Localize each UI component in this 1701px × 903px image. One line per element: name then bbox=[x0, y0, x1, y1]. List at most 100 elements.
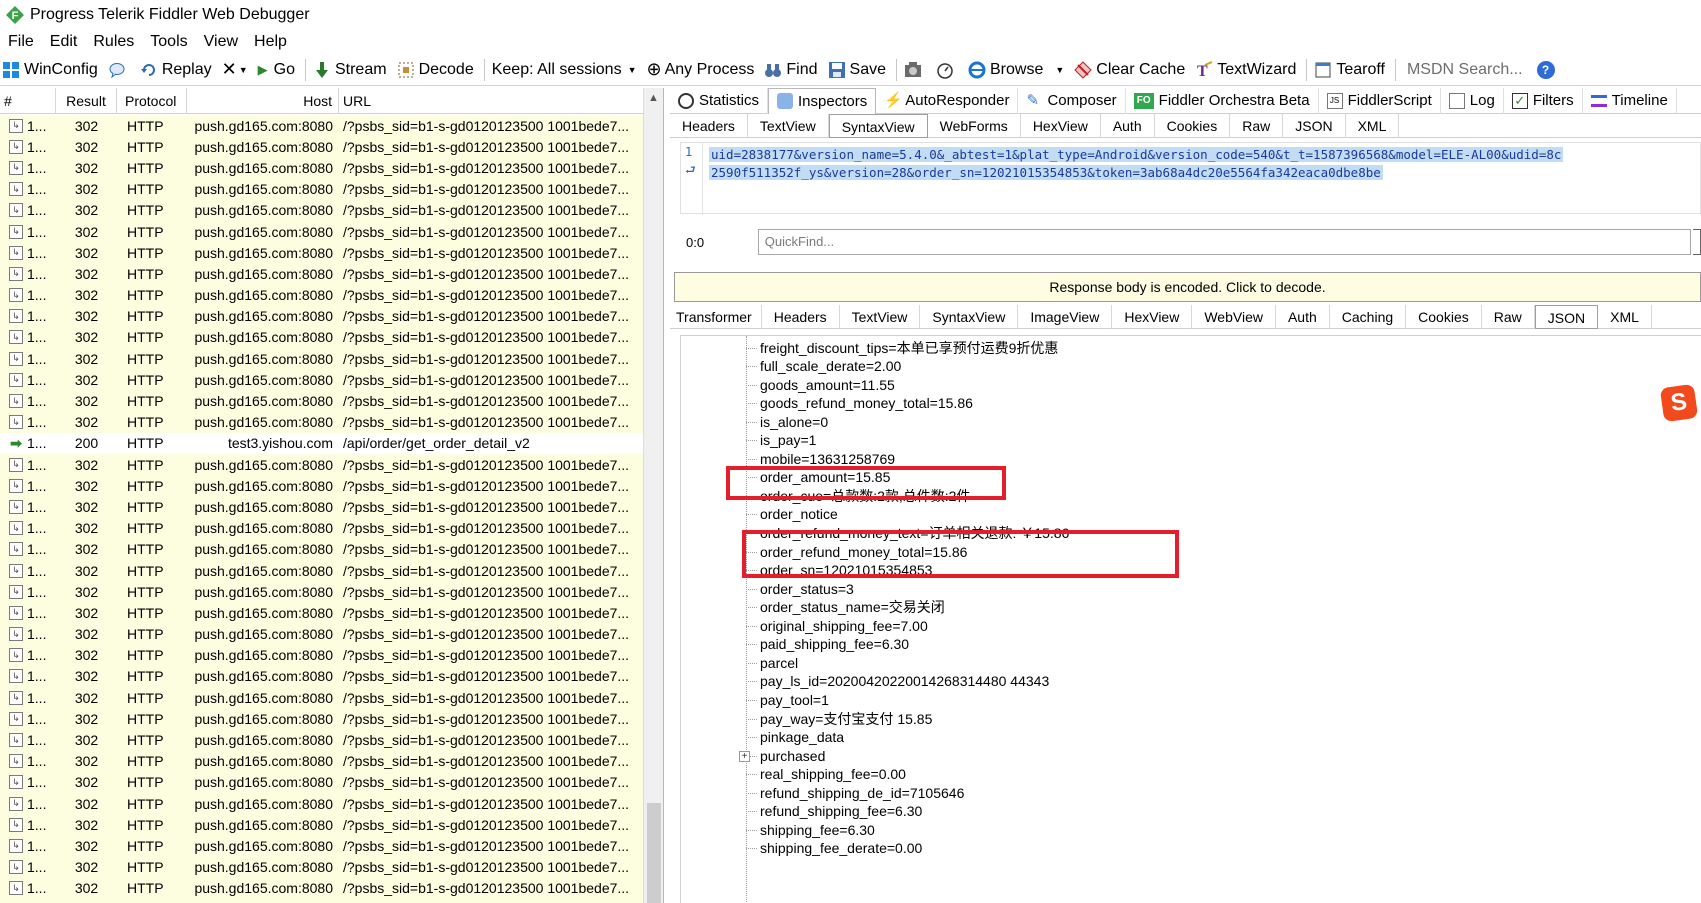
decode-button[interactable]: Decode bbox=[397, 57, 474, 83]
session-row[interactable]: ↳1...302HTTPpush.gd165.com:8080/?psbs_si… bbox=[0, 729, 644, 751]
session-row[interactable]: ↳1...302HTTPpush.gd165.com:8080/?psbs_si… bbox=[0, 284, 644, 306]
session-row[interactable]: ↳1...302HTTPpush.gd165.com:8080/?psbs_si… bbox=[0, 856, 644, 878]
tab-timeline[interactable]: Timeline bbox=[1583, 88, 1677, 114]
session-row[interactable]: ↳1...302HTTPpush.gd165.com:8080/?psbs_si… bbox=[0, 475, 644, 497]
req-tab-webforms[interactable]: WebForms bbox=[928, 113, 1021, 138]
session-row[interactable]: ↳1...302HTTPpush.gd165.com:8080/?psbs_si… bbox=[0, 623, 644, 645]
timer-button[interactable] bbox=[936, 57, 958, 83]
session-row[interactable]: ↳1...302HTTPpush.gd165.com:8080/?psbs_si… bbox=[0, 602, 644, 624]
scroll-up-icon[interactable]: ▲ bbox=[644, 88, 663, 108]
json-node[interactable]: paid_shipping_fee=6.30 bbox=[746, 634, 909, 654]
column-host[interactable]: Host bbox=[187, 88, 339, 114]
quickfind-button[interactable] bbox=[1693, 229, 1701, 255]
column-url[interactable]: URL bbox=[339, 88, 644, 114]
resp-tab-raw[interactable]: Raw bbox=[1482, 304, 1535, 329]
remove-button[interactable]: ✕ ▼ bbox=[222, 57, 248, 83]
keep-sessions-dropdown[interactable]: Keep: All sessions ▼ bbox=[492, 57, 637, 83]
session-row[interactable]: ↳1...302HTTPpush.gd165.com:8080/?psbs_si… bbox=[0, 305, 644, 327]
session-row[interactable]: ↳1...302HTTPpush.gd165.com:8080/?psbs_si… bbox=[0, 220, 644, 243]
save-button[interactable]: Save bbox=[828, 57, 886, 83]
session-row[interactable]: ↳1...302HTTPpush.gd165.com:8080/?psbs_si… bbox=[0, 835, 644, 857]
session-row[interactable]: ↳1...302HTTPpush.gd165.com:8080/?psbs_si… bbox=[0, 496, 644, 518]
session-row[interactable]: ↳1...302HTTPpush.gd165.com:8080/?psbs_si… bbox=[0, 199, 644, 221]
session-row[interactable]: ↳1...302HTTPpush.gd165.com:8080/?psbs_si… bbox=[0, 390, 644, 412]
session-row[interactable]: ↳1...302HTTPpush.gd165.com:8080/?psbs_si… bbox=[0, 157, 644, 179]
tab-autoresponder[interactable]: ⚡ AutoResponder bbox=[876, 88, 1019, 114]
resp-tab-auth[interactable]: Auth bbox=[1276, 304, 1330, 329]
session-row[interactable]: ↳1...302HTTPpush.gd165.com:8080/?psbs_si… bbox=[0, 178, 644, 200]
resp-tab-hexview[interactable]: HexView bbox=[1112, 304, 1193, 329]
column-result[interactable]: Result bbox=[56, 88, 117, 114]
json-node[interactable]: pay_ls_id=20200420220014268314480 44343 bbox=[746, 671, 1049, 691]
json-node[interactable]: order_notice bbox=[746, 504, 838, 524]
session-row[interactable]: ↳1...302HTTPpush.gd165.com:8080/?psbs_si… bbox=[0, 348, 644, 370]
request-body-editor[interactable]: 1 ⮐ uid=2838177&version_name=5.4.0&_abte… bbox=[680, 142, 1701, 215]
json-node[interactable]: refund_shipping_fee=6.30 bbox=[746, 801, 922, 821]
req-tab-hexview[interactable]: HexView bbox=[1021, 113, 1101, 138]
json-node[interactable]: is_alone=0 bbox=[746, 412, 828, 432]
json-node[interactable]: pay_way=支付宝支付 15.85 bbox=[746, 709, 932, 729]
session-row[interactable]: ↳1...302HTTPpush.gd165.com:8080/?psbs_si… bbox=[0, 136, 644, 158]
menu-edit[interactable]: Edit bbox=[50, 33, 78, 51]
comment-button[interactable] bbox=[108, 57, 130, 83]
session-row[interactable]: ↳1...302HTTPpush.gd165.com:8080/?psbs_si… bbox=[0, 369, 644, 391]
session-row[interactable]: ↳1...302HTTPpush.gd165.com:8080/?psbs_si… bbox=[0, 644, 644, 666]
replay-button[interactable]: Replay bbox=[140, 57, 212, 83]
session-row[interactable]: ↳1...302HTTPpush.gd165.com:8080/?psbs_si… bbox=[0, 898, 644, 903]
session-row[interactable]: ↳1...302HTTPpush.gd165.com:8080/?psbs_si… bbox=[0, 326, 644, 349]
session-row[interactable]: ↳1...302HTTPpush.gd165.com:8080/?psbs_si… bbox=[0, 665, 644, 688]
req-tab-json[interactable]: JSON bbox=[1283, 113, 1346, 138]
stream-button[interactable]: Stream bbox=[313, 57, 387, 83]
json-node[interactable]: purchased bbox=[746, 746, 825, 766]
resp-tab-textview[interactable]: TextView bbox=[840, 304, 921, 329]
json-node[interactable]: order_status_name=交易关闭 bbox=[746, 597, 945, 617]
resp-tab-webview[interactable]: WebView bbox=[1192, 304, 1276, 329]
json-node[interactable]: shipping_fee_derate=0.00 bbox=[746, 838, 922, 858]
quickfind-input[interactable]: QuickFind... bbox=[757, 229, 1692, 255]
browse-button[interactable]: Browse ▼ bbox=[968, 57, 1064, 83]
textwizard-button[interactable]: T TextWizard bbox=[1195, 57, 1296, 83]
screenshot-button[interactable] bbox=[904, 57, 926, 83]
tearoff-button[interactable]: Tearoff bbox=[1314, 57, 1385, 83]
json-node[interactable]: order_status=3 bbox=[746, 579, 854, 599]
req-tab-syntaxview[interactable]: SyntaxView bbox=[828, 113, 928, 138]
menu-file[interactable]: File bbox=[8, 33, 34, 51]
resp-tab-cookies[interactable]: Cookies bbox=[1406, 304, 1482, 329]
menu-view[interactable]: View bbox=[204, 33, 238, 51]
decode-notice-bar[interactable]: Response body is encoded. Click to decod… bbox=[674, 272, 1701, 302]
req-tab-cookies[interactable]: Cookies bbox=[1155, 113, 1231, 138]
req-tab-raw[interactable]: Raw bbox=[1230, 113, 1284, 138]
json-node[interactable]: pay_tool=1 bbox=[746, 690, 829, 710]
column-protocol[interactable]: Protocol bbox=[117, 88, 187, 114]
find-button[interactable]: Find bbox=[764, 57, 818, 83]
any-process-button[interactable]: ⊕ Any Process bbox=[647, 57, 755, 83]
resp-tab-xml[interactable]: XML bbox=[1598, 304, 1652, 329]
session-row[interactable]: ↳1...302HTTPpush.gd165.com:8080/?psbs_si… bbox=[0, 687, 644, 709]
session-row[interactable]: ↳1...302HTTPpush.gd165.com:8080/?psbs_si… bbox=[0, 242, 644, 264]
session-row[interactable]: ↳1...302HTTPpush.gd165.com:8080/?psbs_si… bbox=[0, 517, 644, 539]
session-row[interactable]: ↳1...302HTTPpush.gd165.com:8080/?psbs_si… bbox=[0, 454, 644, 476]
column-number[interactable]: # bbox=[0, 88, 56, 114]
json-node[interactable]: refund_shipping_de_id=7105646 bbox=[746, 783, 964, 803]
tab-inspectors[interactable]: Inspectors bbox=[768, 88, 877, 114]
winconfig-button[interactable]: WinConfig bbox=[2, 57, 98, 83]
sessions-scrollbar[interactable]: ▲ bbox=[643, 88, 663, 903]
resp-tab-headers[interactable]: Headers bbox=[762, 304, 840, 329]
tab-fiddler-orchestra[interactable]: FO Fiddler Orchestra Beta bbox=[1126, 88, 1319, 114]
session-row[interactable]: ↳1...302HTTPpush.gd165.com:8080/?psbs_si… bbox=[0, 877, 644, 899]
session-row[interactable]: ↳1...302HTTPpush.gd165.com:8080/?psbs_si… bbox=[0, 263, 644, 285]
msdn-search-input[interactable]: MSDN Search... bbox=[1407, 61, 1523, 79]
resp-tab-imageview[interactable]: ImageView bbox=[1018, 304, 1113, 329]
help-icon[interactable]: ? bbox=[1536, 60, 1555, 79]
json-node[interactable]: goods_amount=11.55 bbox=[746, 375, 895, 395]
json-node[interactable]: freight_discount_tips=本单已享预付运费9折优惠 bbox=[746, 338, 1058, 358]
req-tab-headers[interactable]: Headers bbox=[670, 113, 748, 138]
tab-composer[interactable]: ✎ Composer bbox=[1018, 88, 1126, 114]
menu-rules[interactable]: Rules bbox=[93, 33, 134, 51]
session-row[interactable]: ↳1...302HTTPpush.gd165.com:8080/?psbs_si… bbox=[0, 538, 644, 560]
json-node[interactable]: goods_refund_money_total=15.86 bbox=[746, 393, 973, 413]
resp-tab-caching[interactable]: Caching bbox=[1330, 304, 1407, 329]
json-node[interactable]: is_pay=1 bbox=[746, 430, 816, 450]
tab-statistics[interactable]: Statistics bbox=[670, 88, 769, 114]
go-button[interactable]: ▶ Go bbox=[258, 57, 295, 83]
